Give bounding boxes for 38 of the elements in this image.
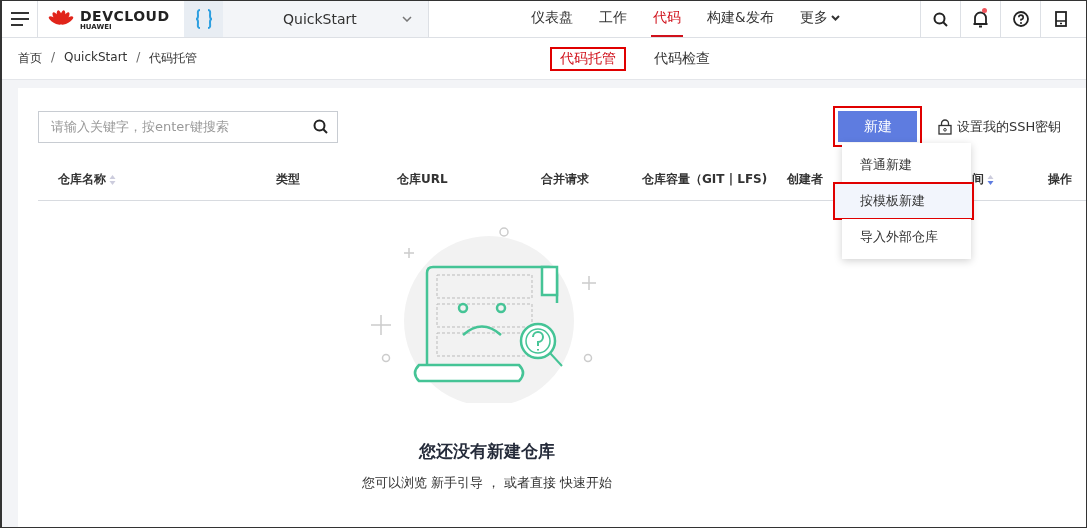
column-header: 操作: [1048, 171, 1073, 188]
empty-state-text: 您可以浏览 新手引导 ， 或者直接 快速开始: [362, 475, 612, 492]
help-icon: [1012, 11, 1029, 27]
breadcrumb-separator: /: [51, 50, 56, 66]
column-header: 合并请求: [541, 171, 590, 188]
device-icon: [1054, 11, 1067, 27]
breadcrumb-separator: /: [136, 50, 141, 66]
breadcrumb-link[interactable]: 代码托管: [149, 50, 198, 67]
braces-icon: [193, 8, 214, 30]
breadcrumb-link[interactable]: 首页: [18, 50, 42, 67]
menu-icon: [10, 12, 29, 26]
nav-tab[interactable]: 工作: [597, 1, 629, 37]
search-field[interactable]: 请输入关键字，按enter键搜索: [38, 110, 338, 143]
search-icon: [313, 118, 328, 134]
breadcrumb-link[interactable]: QuickStart: [64, 50, 128, 67]
sub-tab[interactable]: 代码托管: [550, 46, 626, 71]
sub-tab[interactable]: 代码检查: [644, 46, 720, 71]
lock-icon: [938, 118, 952, 135]
empty-state-title: 您还没有新建仓库: [419, 441, 555, 463]
nav-tab[interactable]: 更多: [797, 1, 842, 37]
chevron-down-icon: [402, 16, 412, 22]
search-icon: [933, 11, 948, 27]
brand-name: DEVCLOUD: [80, 7, 170, 24]
sort-icon[interactable]: [987, 173, 994, 186]
menu-item[interactable]: 导入外部仓库: [842, 219, 971, 255]
column-header: 类型: [276, 171, 301, 188]
column-header: 创建者: [787, 171, 824, 188]
menu-item[interactable]: 按模板新建: [834, 183, 973, 219]
column-header: 仓库URL: [397, 171, 449, 188]
ssh-key-link[interactable]: 设置我的SSH密钥: [938, 117, 1062, 136]
column-header: 仓库名称: [58, 171, 276, 188]
project-select[interactable]: QuickStart: [223, 1, 429, 37]
bell-icon: [973, 10, 988, 28]
new-button[interactable]: 新建: [838, 111, 917, 142]
nav-tab[interactable]: 构建&发布: [705, 1, 776, 37]
menu-item[interactable]: 普通新建: [842, 147, 971, 183]
column-header: 仓库容量（GIT | LFS): [642, 171, 769, 188]
nav-tab[interactable]: 仪表盘: [529, 1, 575, 37]
